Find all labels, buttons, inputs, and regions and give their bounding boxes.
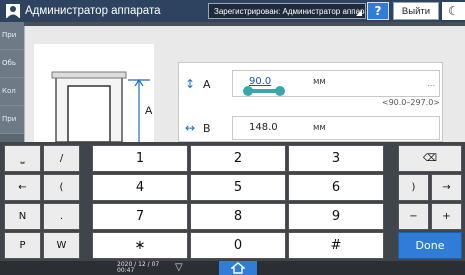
key-8[interactable]: 8 bbox=[190, 203, 286, 230]
paper-dimension-diagram: A bbox=[34, 44, 154, 143]
dimension-b-value: 148.0 bbox=[249, 122, 278, 133]
energy-saver-icon[interactable]: ☾ bbox=[442, 2, 465, 20]
help-button[interactable]: ? bbox=[367, 2, 389, 20]
key-plus[interactable]: + bbox=[431, 203, 462, 230]
numeric-keypad: ⎵ / ← ( N . P W 1 2 3 4 5 6 7 8 9 ∗ 0 # … bbox=[0, 142, 465, 261]
sidebar: При Обь Кол При bbox=[0, 22, 24, 142]
key-left-arrow[interactable]: ← bbox=[4, 174, 41, 201]
dimension-a-value: 90.0 bbox=[249, 76, 272, 87]
key-right-arrow[interactable]: → bbox=[431, 174, 462, 201]
key-p[interactable]: P bbox=[4, 232, 41, 259]
arrows-vertical-icon: ↕ bbox=[185, 77, 196, 91]
home-icon bbox=[231, 262, 245, 274]
home-button[interactable] bbox=[219, 261, 257, 275]
key-6[interactable]: 6 bbox=[288, 174, 384, 201]
key-space[interactable]: ⎵ bbox=[4, 145, 41, 172]
key-open-paren[interactable]: ( bbox=[43, 174, 80, 201]
key-4[interactable]: 4 bbox=[92, 174, 188, 201]
key-5[interactable]: 5 bbox=[190, 174, 286, 201]
tray-toggle-icon[interactable]: ▽ bbox=[175, 262, 183, 273]
backspace-icon: ⌫ bbox=[422, 153, 438, 164]
time-text: 00:47 bbox=[117, 267, 135, 274]
login-status-indicator[interactable]: Зарегистрирован: Администратор аппарат bbox=[208, 3, 366, 19]
dimension-a-input[interactable]: 90.0 мм ... bbox=[232, 70, 440, 97]
key-hash[interactable]: # bbox=[288, 232, 384, 259]
dimension-fields-panel: ↕ A 90.0 мм ... <90.0–297.0> ↔ B 148.0 м… bbox=[178, 62, 443, 142]
ellipsis-icon: ... bbox=[427, 79, 435, 88]
key-asterisk[interactable]: ∗ bbox=[92, 232, 188, 259]
sidebar-tab-3[interactable]: Кол bbox=[0, 78, 24, 106]
dimension-a-range: <90.0–297.0> bbox=[381, 98, 440, 107]
backspace-key[interactable]: ⌫ bbox=[398, 145, 462, 172]
slider-thumb-right[interactable] bbox=[275, 86, 285, 96]
key-1[interactable]: 1 bbox=[92, 145, 188, 172]
arrows-horizontal-icon: ↔ bbox=[185, 121, 196, 135]
key-slash[interactable]: / bbox=[43, 145, 80, 172]
dimension-a-unit: мм bbox=[313, 77, 326, 87]
sidebar-tab-2[interactable]: Обь bbox=[0, 50, 24, 78]
key-9[interactable]: 9 bbox=[288, 203, 384, 230]
status-bar: 2020 / 12 / 07 00:47 ▽ bbox=[0, 261, 465, 275]
key-2[interactable]: 2 bbox=[190, 145, 286, 172]
key-0[interactable]: 0 bbox=[190, 232, 286, 259]
key-w[interactable]: W bbox=[43, 232, 80, 259]
login-status-text: Зарегистрирован: Администратор аппарат bbox=[214, 6, 366, 16]
dimension-b-unit: мм bbox=[313, 123, 326, 133]
logout-button[interactable]: Выйти bbox=[393, 2, 439, 20]
key-7[interactable]: 7 bbox=[92, 203, 188, 230]
corner-triangle-icon bbox=[356, 10, 362, 16]
key-close-paren[interactable]: ) bbox=[398, 174, 429, 201]
key-period[interactable]: . bbox=[43, 203, 80, 230]
diagram-label-a: A bbox=[145, 105, 153, 117]
sidebar-tab-4[interactable]: При bbox=[0, 106, 24, 134]
key-3[interactable]: 3 bbox=[288, 145, 384, 172]
dimension-b-label: B bbox=[203, 121, 211, 135]
key-n[interactable]: N bbox=[4, 203, 41, 230]
user-icon bbox=[6, 4, 20, 18]
page-title: Администратор аппарата bbox=[25, 5, 161, 17]
slider-thumb-left[interactable] bbox=[243, 86, 253, 96]
key-minus[interactable]: − bbox=[398, 203, 429, 230]
dimension-b-input[interactable]: 148.0 мм bbox=[232, 116, 440, 140]
sidebar-tab-1[interactable]: При bbox=[0, 22, 24, 50]
datetime-display: 2020 / 12 / 07 00:47 bbox=[117, 262, 159, 274]
done-button[interactable]: Done bbox=[398, 232, 462, 259]
dimension-a-label: A bbox=[203, 77, 211, 91]
